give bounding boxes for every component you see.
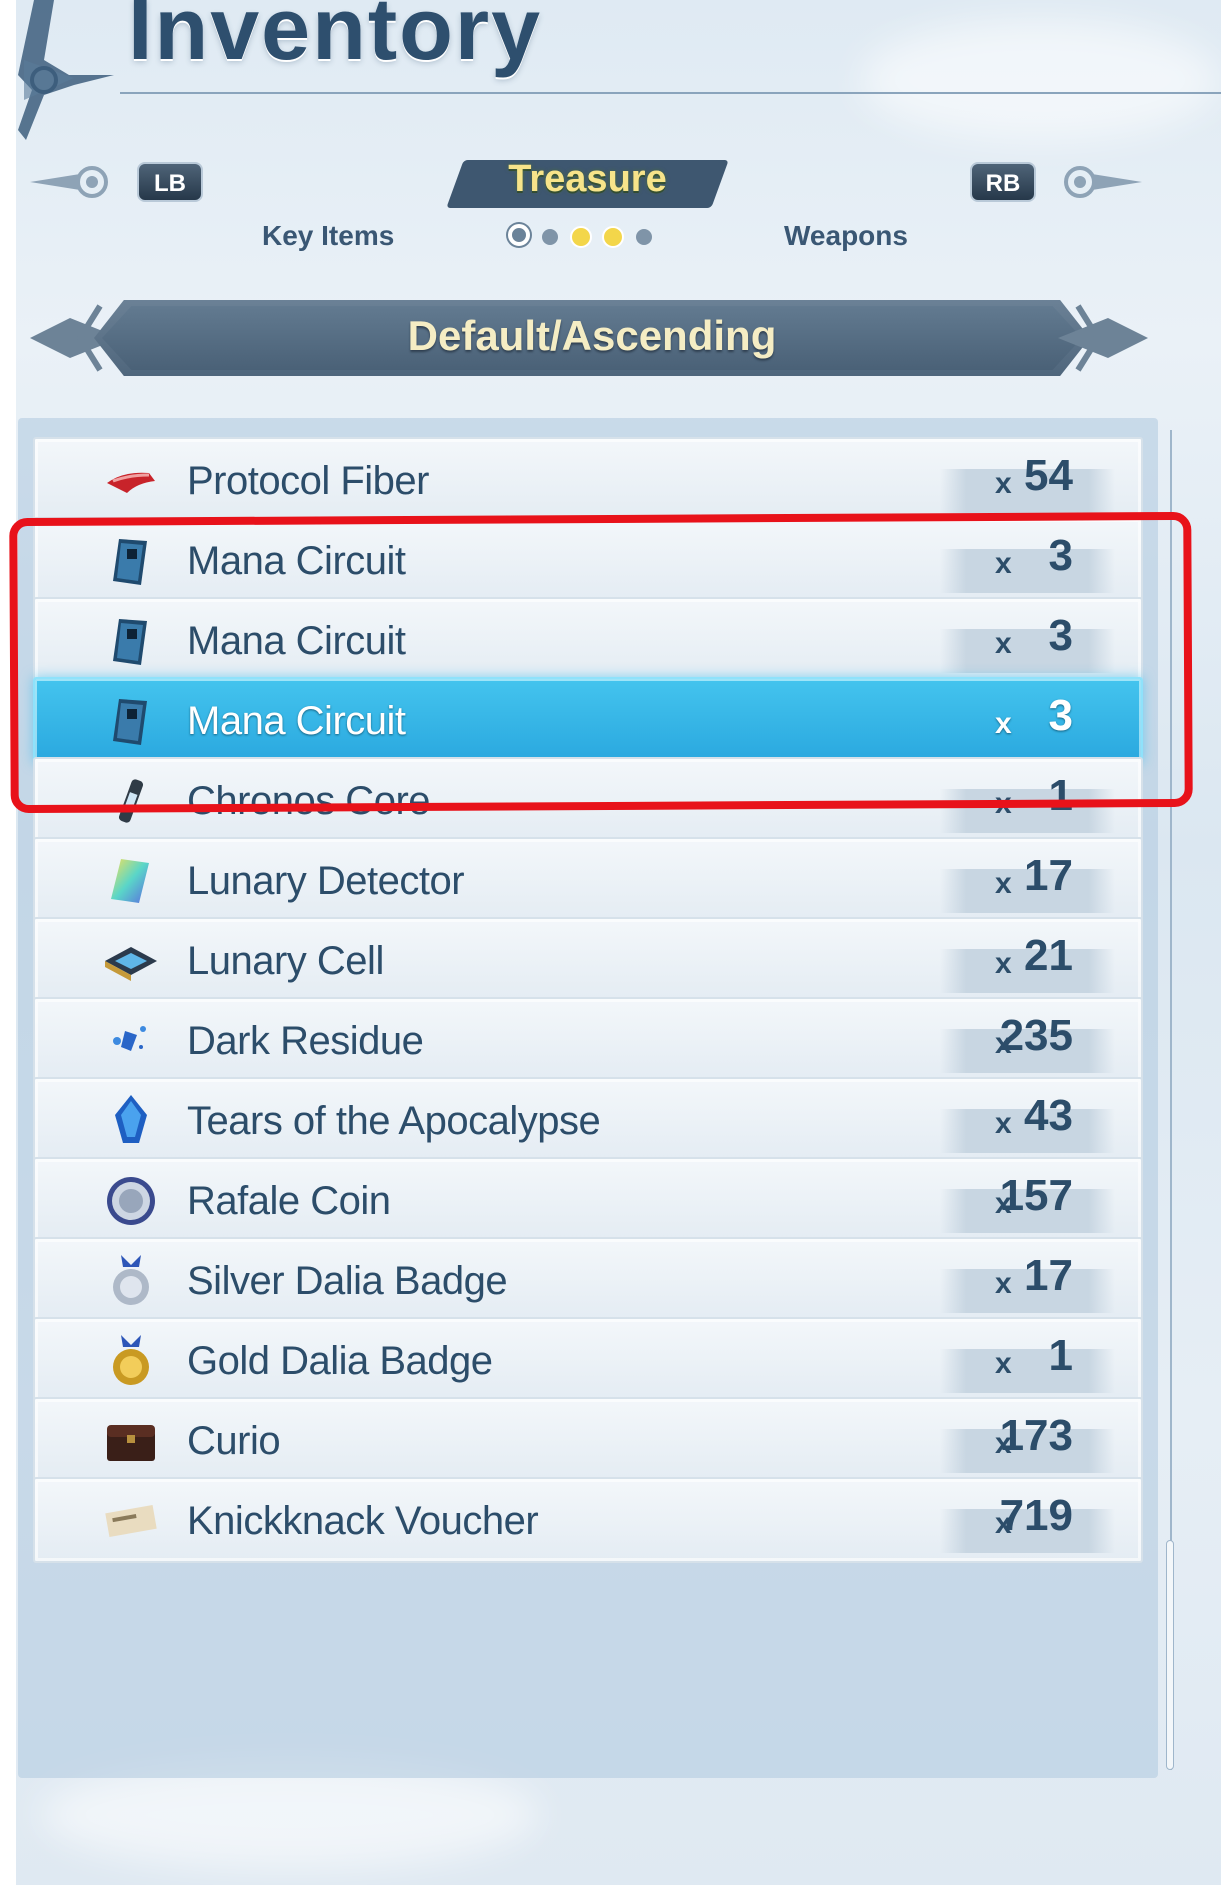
tab-key-items[interactable]: Key Items — [262, 220, 394, 252]
annotation-highlight-box — [9, 511, 1193, 814]
page-title: Inventory — [128, 0, 543, 78]
item-quantity: 17 — [1024, 851, 1073, 900]
left-edge-strip — [0, 0, 16, 1885]
rb-shoulder-button[interactable]: RB — [970, 162, 1036, 202]
scrollbar-thumb[interactable] — [1166, 1540, 1174, 1770]
item-quantity: 173 — [999, 1411, 1073, 1460]
cloud-decoration — [860, 20, 1220, 140]
title-underline — [120, 92, 1221, 94]
inventory-row[interactable]: Silver Dalia Badge x 17 — [33, 1237, 1143, 1323]
rafale-coin-icon — [103, 1173, 159, 1229]
lunary-cell-icon — [103, 933, 159, 989]
inventory-row[interactable]: Lunary Detector x 17 — [33, 837, 1143, 923]
left-wing-ornament-icon — [30, 166, 108, 198]
item-name: Knickknack Voucher — [187, 1499, 539, 1543]
item-quantity: 157 — [999, 1171, 1073, 1220]
curio-chest-icon — [103, 1413, 159, 1469]
inventory-row[interactable]: Tears of the Apocalypse x 43 — [33, 1077, 1143, 1163]
page-dot — [542, 229, 558, 245]
item-name: Lunary Detector — [187, 859, 465, 903]
item-quantity: 719 — [999, 1491, 1073, 1540]
sort-right-ornament-icon — [1058, 304, 1148, 372]
lb-shoulder-button[interactable]: LB — [137, 162, 203, 202]
item-name: Protocol Fiber — [187, 459, 429, 503]
tab-page-indicator — [508, 222, 668, 252]
item-name: Gold Dalia Badge — [187, 1339, 493, 1383]
item-quantity: 1 — [1048, 1331, 1073, 1380]
inventory-row[interactable]: Rafale Coin x 157 — [33, 1157, 1143, 1243]
inventory-row[interactable]: Dark Residue x 235 — [33, 997, 1143, 1083]
item-quantity: 17 — [1024, 1251, 1073, 1300]
voucher-icon — [103, 1493, 159, 1549]
inventory-row[interactable]: Gold Dalia Badge x 1 — [33, 1317, 1143, 1403]
inventory-row[interactable]: Protocol Fiber x 54 — [33, 437, 1143, 523]
right-wing-ornament-icon — [1064, 166, 1142, 198]
sort-order-button[interactable]: Default/Ascending — [94, 312, 1090, 360]
page-dot-highlight — [602, 226, 624, 248]
dark-residue-icon — [103, 1013, 159, 1069]
inventory-row[interactable]: Knickknack Voucher x 719 — [33, 1477, 1143, 1563]
item-name: Dark Residue — [187, 1019, 424, 1063]
lunary-detector-icon — [103, 853, 159, 909]
page-dot-current — [508, 224, 530, 246]
item-quantity: 235 — [999, 1011, 1073, 1060]
tears-apocalypse-icon — [103, 1093, 159, 1149]
protocol-fiber-icon — [103, 453, 159, 509]
inventory-row[interactable]: Lunary Cell x 21 — [33, 917, 1143, 1003]
menu-emblem-icon — [18, 0, 114, 140]
tab-weapons[interactable]: Weapons — [784, 220, 908, 252]
item-name: Lunary Cell — [187, 939, 384, 983]
gold-badge-icon — [103, 1333, 159, 1389]
tab-treasure[interactable]: Treasure — [455, 158, 720, 201]
item-quantity: 21 — [1024, 931, 1073, 980]
silver-badge-icon — [103, 1253, 159, 1309]
item-name: Curio — [187, 1419, 281, 1463]
item-name: Tears of the Apocalypse — [187, 1099, 601, 1143]
item-quantity: 54 — [1024, 451, 1073, 500]
item-quantity: 43 — [1024, 1091, 1073, 1140]
page-dot-highlight — [570, 226, 592, 248]
inventory-row[interactable]: Curio x 173 — [33, 1397, 1143, 1483]
page-dot — [636, 229, 652, 245]
item-name: Rafale Coin — [187, 1179, 391, 1223]
item-name: Silver Dalia Badge — [187, 1259, 508, 1303]
